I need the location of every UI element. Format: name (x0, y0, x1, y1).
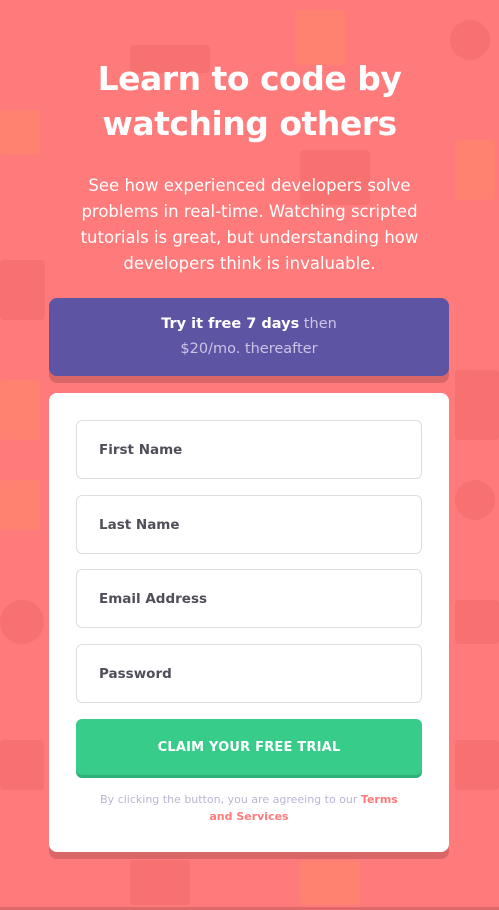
hero-title-line-1: Learn to code by (97, 59, 402, 98)
signup-page: Learn to code by watching others See how… (0, 0, 499, 910)
hero-title: Learn to code by watching others (0, 56, 499, 146)
trial-rest-line-2: $20/mo. thereafter (180, 341, 318, 357)
terms-prefix: By clicking the button, you are agreeing… (100, 793, 361, 806)
terms-notice: By clicking the button, you are agreeing… (89, 791, 409, 825)
hero-description: See how experienced developers solve pro… (80, 176, 419, 273)
first-name-input[interactable] (76, 420, 422, 479)
email-input[interactable] (76, 569, 422, 628)
signup-form: CLAIM YOUR FREE TRIAL By clicking the bu… (49, 393, 449, 852)
trial-banner: Try it free 7 days then $20/mo. thereaft… (49, 298, 449, 376)
trial-highlight: Try it free 7 days (161, 316, 300, 332)
hero-title-line-2: watching others (102, 104, 397, 143)
trial-rest-line-1: then (299, 316, 337, 332)
password-input[interactable] (76, 644, 422, 703)
claim-trial-button[interactable]: CLAIM YOUR FREE TRIAL (76, 719, 422, 775)
last-name-input[interactable] (76, 495, 422, 554)
